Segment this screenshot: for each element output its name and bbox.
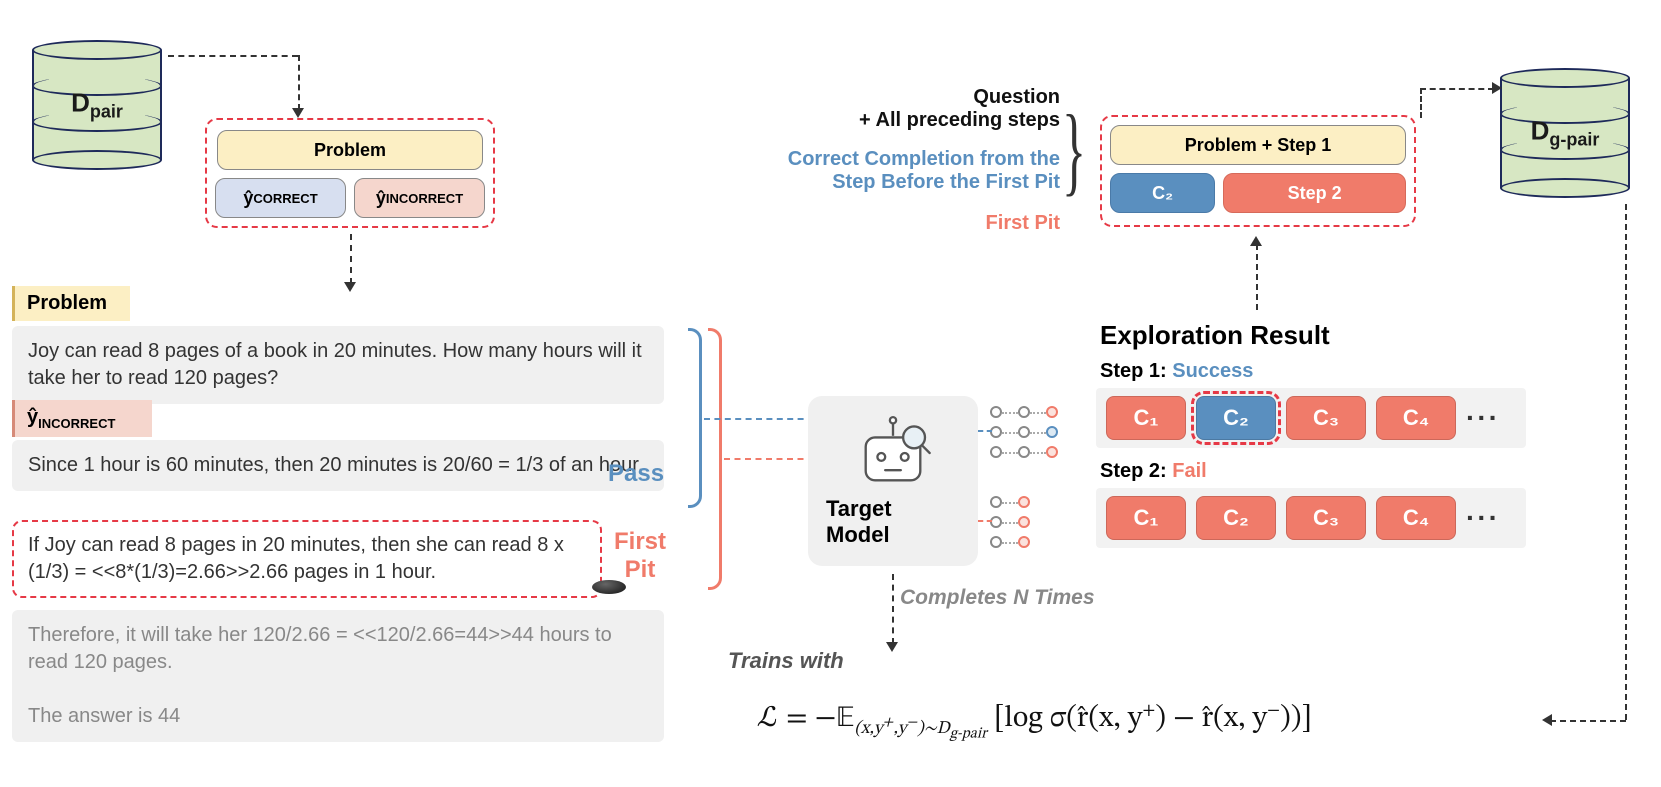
anno-first-pit: First Pit <box>900 212 1060 235</box>
arrow-result-to-sample <box>1256 244 1258 310</box>
robot-icon <box>838 414 948 492</box>
new-sample-box: Problem + Step 1 C₂ Step 2 <box>1100 115 1416 227</box>
db-pair-cylinder: Dpair <box>32 40 162 170</box>
step2-chips: C₁ C₂ C₃ C₄ ··· <box>1096 488 1526 548</box>
step1-text: Since 1 hour is 60 minutes, then 20 minu… <box>12 440 664 491</box>
dash-blue-to-model <box>704 418 814 420</box>
arrow-sample-to-dgpair <box>1420 88 1494 90</box>
newsample-c2: C₂ <box>1110 173 1215 213</box>
problem-text: Joy can read 8 pages of a book in 20 min… <box>12 326 664 404</box>
anno-correct-completion: Correct Completion from the Step Before … <box>740 148 1060 194</box>
db-pair-label: Dpair <box>71 87 123 122</box>
yincorrect-header: ŷINCORRECT <box>12 400 152 437</box>
sample-ycorrect-pill: ŷCORRECT <box>215 178 346 218</box>
exploration-title: Exploration Result <box>1100 320 1330 351</box>
arrow-dgpair-to-loss-v <box>1625 204 1627 720</box>
c2-chip-highlight: C₂ <box>1196 396 1276 440</box>
mini-tree-2 <box>990 488 1090 548</box>
firstpit-label: First Pit <box>614 528 666 584</box>
sample-yincorrect-pill: ŷINCORRECT <box>354 178 485 218</box>
anno-question: Question + All preceding steps <box>760 86 1060 132</box>
loss-formula: ℒ = −𝔼(x,y+,y−)∼Dg-pair [log σ(r̂(x, y+)… <box>758 700 1312 744</box>
pass-label: Pass <box>608 460 664 488</box>
step2-label: Step 2: Fail <box>1100 460 1207 483</box>
firstpit-bracket <box>708 328 722 590</box>
trains-with-label: Trains with <box>728 648 844 674</box>
step2-text: If Joy can read 8 pages in 20 minutes, t… <box>12 520 602 598</box>
dash-salmon-to-model <box>724 458 814 460</box>
newsample-top: Problem + Step 1 <box>1110 125 1406 165</box>
mini-tree-1 <box>990 398 1090 458</box>
problem-header: Problem <box>12 286 130 321</box>
db-gpair-cylinder: Dg-pair <box>1500 68 1630 198</box>
arrow-model-to-loss <box>892 574 894 644</box>
db-gpair-label: Dg-pair <box>1531 115 1600 150</box>
target-model-label: Target Model <box>826 496 960 548</box>
arrow-dpair-to-sample <box>168 55 298 57</box>
right-brace-icon: } <box>1062 100 1086 200</box>
sample-problem-pill: Problem <box>217 130 483 170</box>
target-model-box: Target Model <box>808 396 978 566</box>
newsample-step2: Step 2 <box>1223 173 1406 213</box>
step1-chips: C₁ C₂ C₃ C₄ ··· <box>1096 388 1526 448</box>
arrow-sample-down <box>350 234 352 284</box>
completes-n-label: Completes N Times <box>900 586 1095 610</box>
step1-label: Step 1: Success <box>1100 360 1253 383</box>
sample-dashed-box: Problem ŷCORRECT ŷINCORRECT <box>205 118 495 228</box>
pass-bracket <box>688 328 702 508</box>
faded-rest-text: Therefore, it will take her 120/2.66 = <… <box>12 610 664 742</box>
